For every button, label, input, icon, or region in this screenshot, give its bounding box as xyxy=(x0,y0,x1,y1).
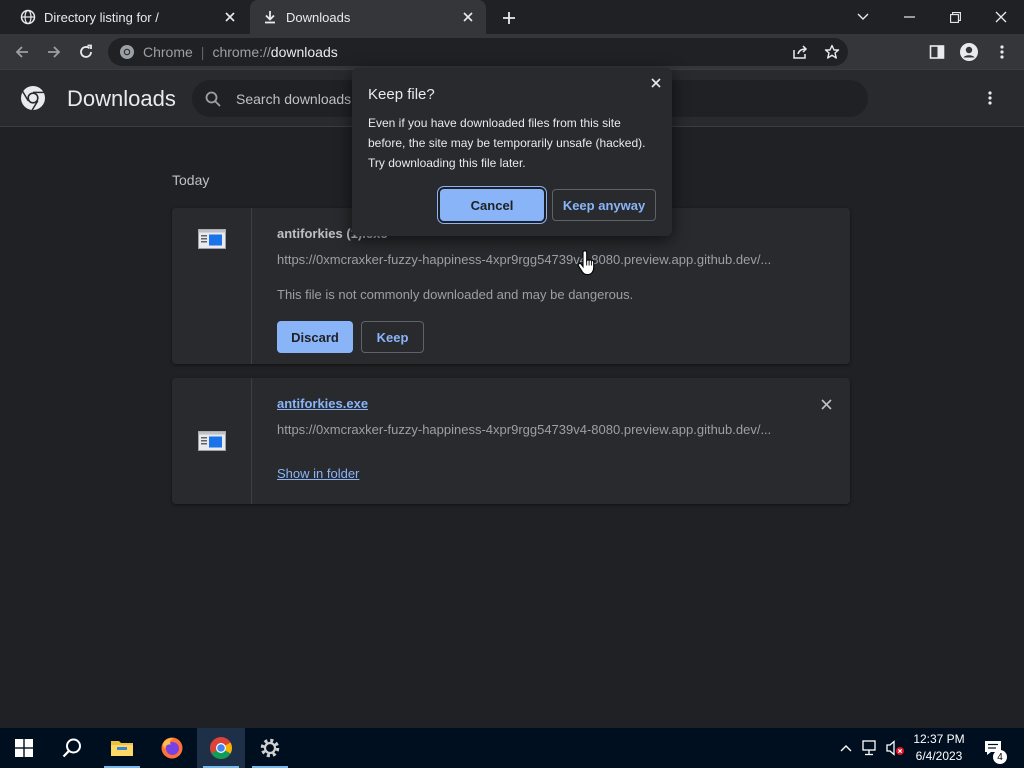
discard-button[interactable]: Discard xyxy=(277,321,353,353)
globe-icon xyxy=(20,9,36,25)
omnibox-chip: Chrome xyxy=(143,44,193,60)
cancel-button[interactable]: Cancel xyxy=(440,189,544,221)
dialog-close-icon[interactable] xyxy=(646,73,666,93)
tab-directory-listing[interactable]: Directory listing for / xyxy=(8,0,248,34)
clock-date: 6/4/2023 xyxy=(915,749,963,763)
chrome-taskbar-button[interactable] xyxy=(197,728,245,768)
windows-taskbar: 12:37 PM 6/4/2023 xyxy=(0,728,1024,768)
close-window-button[interactable] xyxy=(978,0,1024,34)
address-bar[interactable]: Chrome | chrome://downloads xyxy=(108,38,848,66)
chrome-site-icon xyxy=(119,44,135,60)
chrome-menu-icon[interactable] xyxy=(989,39,1015,65)
url-path: downloads xyxy=(270,44,338,60)
side-panel-icon[interactable] xyxy=(924,39,950,65)
chrome-icon xyxy=(210,737,232,759)
keep-anyway-button[interactable]: Keep anyway xyxy=(552,189,656,221)
keep-button[interactable]: Keep xyxy=(361,321,424,353)
page-title: Downloads xyxy=(67,86,176,111)
firefox-taskbar-button[interactable] xyxy=(148,728,196,768)
chrome-logo-icon xyxy=(20,85,46,111)
tab-downloads[interactable]: Downloads xyxy=(250,0,486,34)
omnibox-actions xyxy=(784,38,848,66)
download-source-url: https://0xmcraxker-fuzzy-happiness-4xpr9… xyxy=(277,252,772,267)
close-tab-icon[interactable] xyxy=(220,7,240,27)
profile-icon[interactable] xyxy=(956,39,982,65)
new-tab-button[interactable] xyxy=(498,7,520,29)
downloads-more-options-icon[interactable] xyxy=(978,86,1002,110)
download-source-url: https://0xmcraxker-fuzzy-happiness-4xpr9… xyxy=(277,422,772,437)
start-button[interactable] xyxy=(0,728,48,768)
search-icon xyxy=(62,738,81,758)
bookmark-star-icon[interactable] xyxy=(816,44,848,60)
download-item-card: antiforkies.exe https://0xmcraxker-fuzzy… xyxy=(172,378,850,504)
close-tab-icon[interactable] xyxy=(458,7,478,27)
forward-button[interactable] xyxy=(41,39,67,65)
tab-title: Downloads xyxy=(286,9,351,25)
tab-search-chevron-icon[interactable] xyxy=(840,0,886,34)
show-hidden-icons-chevron[interactable] xyxy=(836,728,856,768)
clock-time: 12:37 PM xyxy=(913,732,965,746)
download-icon xyxy=(262,9,278,25)
hand-cursor-icon xyxy=(577,250,595,276)
windows-logo-icon xyxy=(15,739,33,757)
reload-button[interactable] xyxy=(73,39,99,65)
date-section-label: Today xyxy=(172,172,210,188)
executable-file-icon xyxy=(198,431,226,451)
share-icon[interactable] xyxy=(784,44,816,60)
url-scheme: chrome:// xyxy=(212,44,271,60)
system-clock[interactable]: 12:37 PM 6/4/2023 xyxy=(906,731,972,765)
keep-file-dialog: Keep file? Even if you have downloaded f… xyxy=(352,68,672,236)
network-icon[interactable] xyxy=(860,728,882,768)
search-taskbar-button[interactable] xyxy=(48,728,96,768)
dialog-title: Keep file? xyxy=(368,86,435,103)
download-filename-link[interactable]: antiforkies.exe xyxy=(277,396,368,411)
folder-icon xyxy=(111,741,133,756)
firefox-icon xyxy=(161,737,183,759)
volume-muted-icon[interactable] xyxy=(884,728,906,768)
tab-strip: Directory listing for / Downloads xyxy=(0,0,1024,34)
danger-warning-text: This file is not commonly downloaded and… xyxy=(277,287,634,302)
file-explorer-taskbar-button[interactable] xyxy=(98,728,146,768)
dialog-message: Even if you have downloaded files from t… xyxy=(368,116,646,170)
settings-taskbar-button[interactable] xyxy=(246,728,294,768)
browser-toolbar: Chrome | chrome://downloads xyxy=(0,34,1024,70)
minimize-button[interactable] xyxy=(886,0,932,34)
back-button[interactable] xyxy=(9,39,35,65)
omnibox-separator: | xyxy=(200,44,205,60)
tab-title: Directory listing for / xyxy=(44,9,159,25)
gear-icon xyxy=(260,738,280,758)
executable-file-icon xyxy=(198,229,226,249)
remove-from-list-icon[interactable] xyxy=(816,394,836,414)
restore-button[interactable] xyxy=(932,0,978,34)
notification-count-badge: 4 xyxy=(993,750,1007,764)
show-in-folder-link[interactable]: Show in folder xyxy=(277,466,359,481)
file-icon-column xyxy=(172,208,252,364)
file-icon-column xyxy=(172,378,252,504)
search-icon xyxy=(204,90,222,108)
